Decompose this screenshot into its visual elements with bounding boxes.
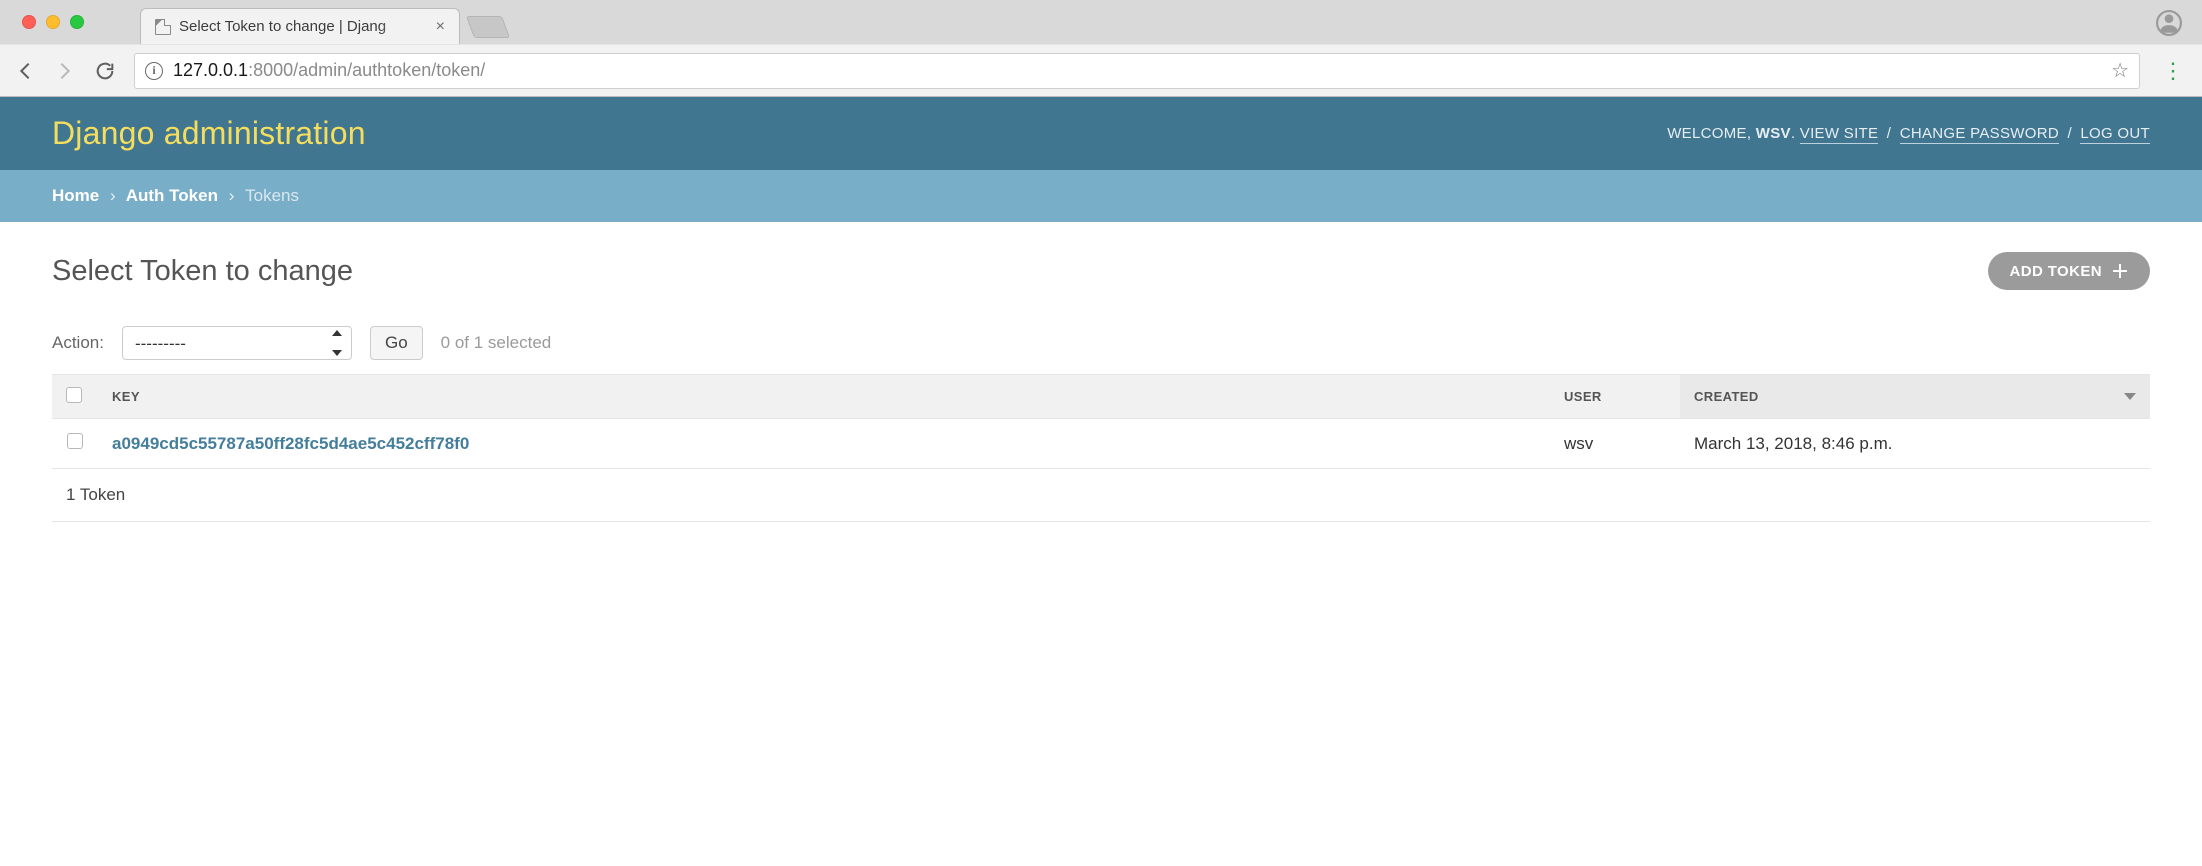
row-checkbox[interactable] bbox=[67, 433, 83, 449]
bookmark-icon[interactable]: ☆ bbox=[2111, 58, 2129, 83]
minimize-window-icon[interactable] bbox=[46, 15, 60, 29]
table-row: a0949cd5c55787a50ff28fc5d4ae5c452cff78f0… bbox=[52, 419, 2150, 469]
window-controls bbox=[12, 15, 94, 29]
result-table: KEY USER CREATED a0949cd5c55787a50ff28fc… bbox=[52, 374, 2150, 469]
tab-title: Select Token to change | Djang bbox=[179, 18, 428, 35]
go-button[interactable]: Go bbox=[370, 326, 423, 360]
page-icon bbox=[155, 19, 171, 35]
username: WSV bbox=[1756, 125, 1791, 142]
browser-chrome: Select Token to change | Djang × i 127.0… bbox=[0, 0, 2202, 97]
admin-header: Django administration WELCOME, WSV. VIEW… bbox=[0, 97, 2202, 170]
view-site-link[interactable]: VIEW SITE bbox=[1800, 125, 1879, 144]
action-select-wrap: --------- bbox=[122, 326, 352, 360]
page-title: Select Token to change bbox=[52, 255, 353, 288]
col-header-created[interactable]: CREATED bbox=[1680, 375, 2150, 419]
add-button-label: ADD TOKEN bbox=[2010, 263, 2103, 280]
breadcrumb-app[interactable]: Auth Token bbox=[126, 186, 218, 205]
browser-menu-icon[interactable]: ⋮ bbox=[2158, 60, 2188, 82]
maximize-window-icon[interactable] bbox=[70, 15, 84, 29]
page-head: Select Token to change ADD TOKEN bbox=[52, 252, 2150, 290]
add-token-button[interactable]: ADD TOKEN bbox=[1988, 252, 2151, 290]
col-header-key[interactable]: KEY bbox=[98, 375, 1550, 419]
actions-bar: Action: --------- Go 0 of 1 selected bbox=[52, 326, 2150, 360]
row-user: wsv bbox=[1550, 419, 1680, 469]
row-created: March 13, 2018, 8:46 p.m. bbox=[1680, 419, 2150, 469]
col-header-checkbox bbox=[52, 375, 98, 419]
chevron-down-icon bbox=[2124, 393, 2136, 400]
user-tools: WELCOME, WSV. VIEW SITE / CHANGE PASSWOR… bbox=[1667, 125, 2150, 142]
content: Select Token to change ADD TOKEN Action:… bbox=[0, 222, 2202, 552]
plus-icon bbox=[2112, 263, 2128, 279]
welcome-label: WELCOME, bbox=[1667, 125, 1751, 142]
action-label: Action: bbox=[52, 333, 104, 353]
tab-strip: Select Token to change | Djang × bbox=[0, 0, 2202, 44]
breadcrumb: Home › Auth Token › Tokens bbox=[0, 170, 2202, 222]
breadcrumb-current: Tokens bbox=[245, 186, 299, 205]
back-button[interactable] bbox=[14, 60, 36, 82]
action-select[interactable]: --------- bbox=[122, 326, 352, 360]
browser-tab[interactable]: Select Token to change | Djang × bbox=[140, 8, 460, 44]
select-all-checkbox[interactable] bbox=[66, 387, 82, 403]
breadcrumb-home[interactable]: Home bbox=[52, 186, 99, 205]
close-tab-icon[interactable]: × bbox=[436, 19, 445, 35]
close-window-icon[interactable] bbox=[22, 15, 36, 29]
url-text: 127.0.0.1:8000/admin/authtoken/token/ bbox=[173, 60, 2101, 81]
change-password-link[interactable]: CHANGE PASSWORD bbox=[1900, 125, 2059, 144]
token-key-link[interactable]: a0949cd5c55787a50ff28fc5d4ae5c452cff78f0 bbox=[112, 434, 469, 453]
new-tab-button[interactable] bbox=[466, 16, 510, 38]
site-info-icon[interactable]: i bbox=[145, 62, 163, 80]
forward-button[interactable] bbox=[54, 60, 76, 82]
browser-toolbar: i 127.0.0.1:8000/admin/authtoken/token/ … bbox=[0, 44, 2202, 96]
site-title: Django administration bbox=[52, 115, 366, 152]
paginator: 1 Token bbox=[52, 469, 2150, 522]
selection-count: 0 of 1 selected bbox=[441, 333, 552, 353]
profile-icon[interactable] bbox=[2156, 10, 2182, 39]
col-header-user[interactable]: USER bbox=[1550, 375, 1680, 419]
reload-button[interactable] bbox=[94, 60, 116, 82]
address-bar[interactable]: i 127.0.0.1:8000/admin/authtoken/token/ … bbox=[134, 53, 2140, 89]
log-out-link[interactable]: LOG OUT bbox=[2080, 125, 2150, 144]
